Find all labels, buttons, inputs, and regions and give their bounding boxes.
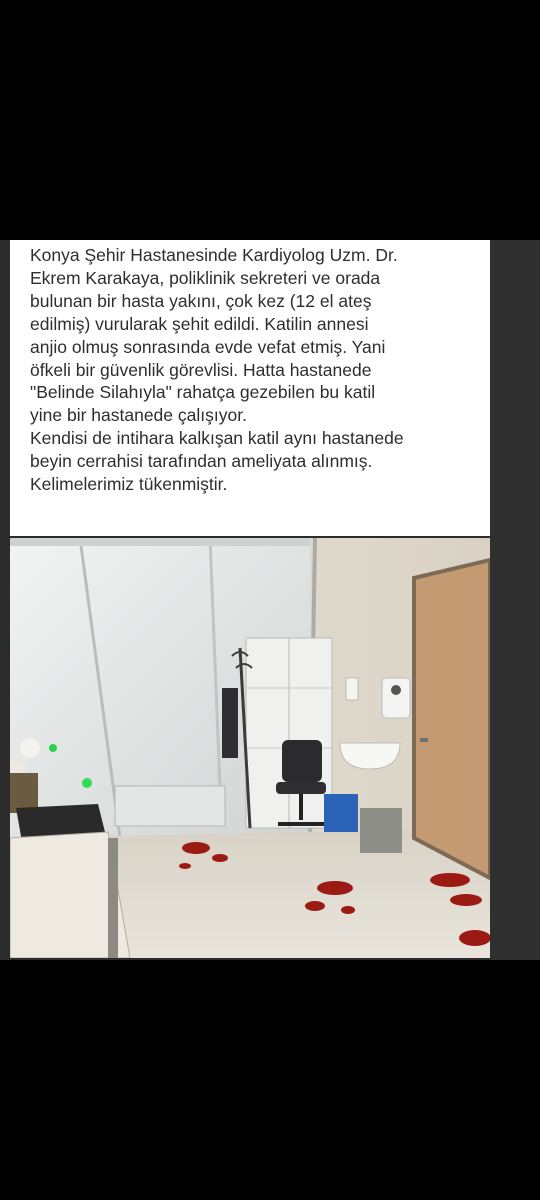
post-screenshot: Konya Şehir Hastanesinde Kardiyolog Uzm.… <box>0 240 540 960</box>
office-chair <box>282 740 322 782</box>
door <box>412 557 490 881</box>
image-viewer: Konya Şehir Hastanesinde Kardiyolog Uzm.… <box>0 0 540 1200</box>
post-text: Konya Şehir Hastanesinde Kardiyolog Uzm.… <box>30 245 404 495</box>
post-text-panel: Konya Şehir Hastanesinde Kardiyolog Uzm.… <box>10 240 490 536</box>
blue-bin <box>324 794 358 832</box>
trash-can <box>360 808 402 853</box>
screenshot-margin <box>490 240 540 960</box>
post-photo <box>10 538 490 958</box>
hospital-room-photo <box>10 538 490 958</box>
